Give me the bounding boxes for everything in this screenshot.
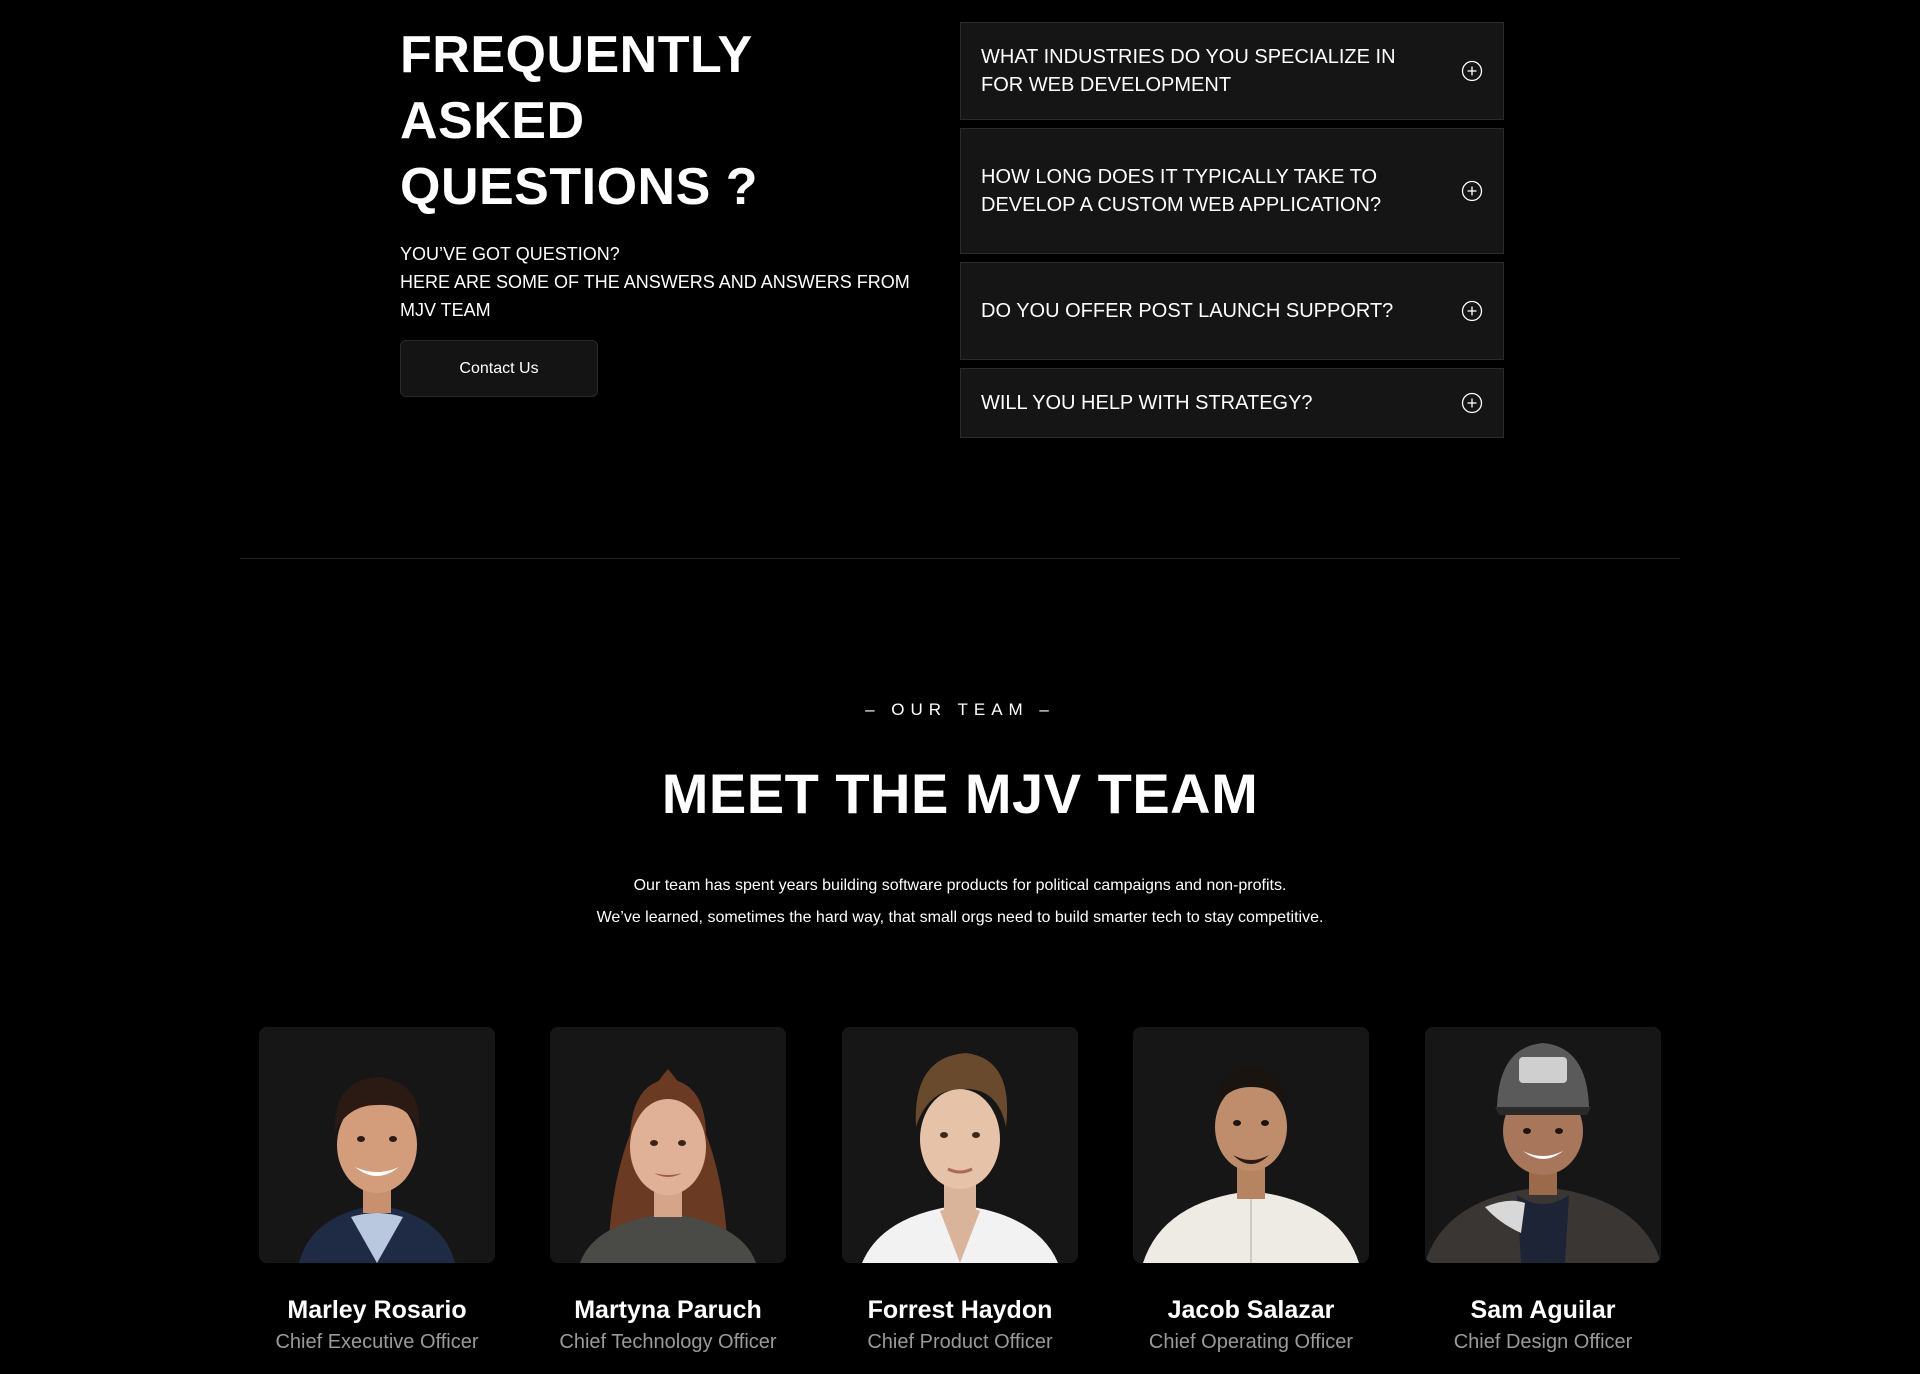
member-photo — [842, 1027, 1078, 1263]
faq-item[interactable]: HOW LONG DOES IT TYPICALLY TAKE TO DEVEL… — [960, 128, 1504, 254]
member-name: Forrest Haydon — [867, 1296, 1053, 1324]
team-description-line: We’ve learned, sometimes the hard way, t… — [596, 909, 1324, 926]
team-description: Our team has spent years building softwa… — [0, 870, 1920, 934]
faq-section: FREQUENTLY ASKED QUESTIONS ? YOU’VE GOT … — [0, 0, 1920, 480]
team-section: – OUR TEAM – MEET THE MJV TEAM Our team … — [0, 700, 1920, 1353]
section-divider — [240, 558, 1680, 559]
member-photo — [550, 1027, 786, 1263]
faq-subtitle: YOU’VE GOT QUESTION? HERE ARE SOME OF TH… — [400, 244, 910, 320]
member-name: Jacob Salazar — [1167, 1296, 1335, 1324]
contact-us-button[interactable]: Contact Us — [400, 340, 598, 397]
faq-accordion: WHAT INDUSTRIES DO YOU SPECIALIZE IN FOR… — [960, 22, 1504, 446]
faq-item[interactable]: WILL YOU HELP WITH STRATEGY? — [960, 368, 1504, 438]
plus-circle-icon[interactable] — [1461, 180, 1483, 202]
member-role: Chief Design Officer — [1453, 1331, 1633, 1353]
team-member-card: Forrest Haydon Chief Product Officer — [842, 1027, 1078, 1355]
member-name: Marley Rosario — [287, 1296, 467, 1324]
faq-question: DO YOU OFFER POST LAUNCH SUPPORT? — [981, 300, 1394, 322]
team-member-card: Martyna Paruch Chief Technology Officer — [550, 1027, 786, 1355]
plus-circle-icon[interactable] — [1461, 300, 1483, 322]
faq-intro: FREQUENTLY ASKED QUESTIONS ? YOU’VE GOT … — [400, 22, 940, 397]
team-member-card: Jacob Salazar Chief Operating Officer — [1133, 1027, 1369, 1355]
faq-title: FREQUENTLY ASKED QUESTIONS ? — [400, 26, 758, 216]
team-eyebrow: – OUR TEAM – — [865, 700, 1055, 719]
member-role: Chief Operating Officer — [1148, 1331, 1354, 1353]
faq-item[interactable]: WHAT INDUSTRIES DO YOU SPECIALIZE IN FOR… — [960, 22, 1504, 120]
plus-circle-icon[interactable] — [1461, 60, 1483, 82]
faq-question: HOW LONG DOES IT TYPICALLY TAKE TO DEVEL… — [981, 166, 1382, 216]
member-name: Martyna Paruch — [574, 1296, 762, 1324]
member-name: Sam Aguilar — [1470, 1296, 1616, 1324]
plus-circle-icon[interactable] — [1461, 392, 1483, 414]
team-description-line: Our team has spent years building softwa… — [633, 877, 1287, 894]
team-member-card: Sam Aguilar Chief Design Officer — [1425, 1027, 1661, 1355]
team-member-card: Marley Rosario Chief Executive Officer — [259, 1027, 495, 1355]
faq-question: WHAT INDUSTRIES DO YOU SPECIALIZE IN FOR… — [981, 46, 1396, 96]
member-photo — [1425, 1027, 1661, 1263]
team-title: MEET THE MJV TEAM — [661, 762, 1259, 825]
member-role: Chief Executive Officer — [275, 1331, 479, 1353]
faq-question: WILL YOU HELP WITH STRATEGY? — [981, 392, 1313, 414]
member-photo — [259, 1027, 495, 1263]
team-grid: Marley Rosario Chief Executive Officer M… — [0, 1027, 1920, 1367]
member-role: Chief Technology Officer — [559, 1331, 777, 1353]
member-photo — [1133, 1027, 1369, 1263]
faq-item[interactable]: DO YOU OFFER POST LAUNCH SUPPORT? — [960, 262, 1504, 360]
member-role: Chief Product Officer — [867, 1331, 1053, 1353]
